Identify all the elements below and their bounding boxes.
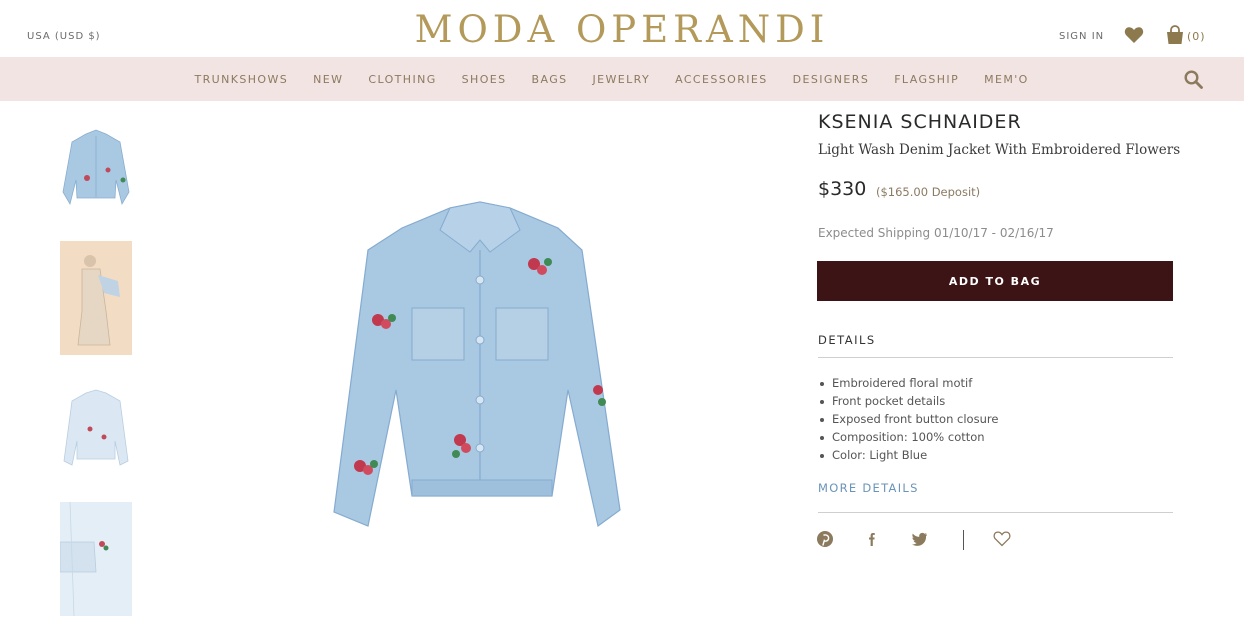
nav-item-shoes[interactable]: SHOES: [449, 73, 519, 86]
thumbnail-back[interactable]: [60, 375, 132, 479]
heart-outline-icon[interactable]: [993, 530, 1011, 548]
main-nav: TRUNKSHOWS NEW CLOTHING SHOES BAGS JEWEL…: [0, 57, 1244, 101]
nav-item-new[interactable]: NEW: [301, 73, 356, 86]
model-thumbnail-image: [60, 241, 132, 355]
nav-item-bags[interactable]: BAGS: [519, 73, 580, 86]
nav-item-accessories[interactable]: ACCESSORIES: [663, 73, 781, 86]
detail-item: Exposed front button closure: [818, 410, 998, 428]
deposit: ($165.00 Deposit): [876, 185, 981, 199]
thumbnail-detail[interactable]: [60, 502, 132, 616]
jacket-detail-thumbnail-image: [60, 502, 132, 616]
logo[interactable]: MODA OPERANDI: [0, 8, 1244, 51]
nav-item-trunkshows[interactable]: TRUNKSHOWS: [182, 73, 301, 86]
main-product-image[interactable]: [320, 190, 640, 540]
more-details-link[interactable]: MORE DETAILS: [818, 481, 919, 495]
nav-item-jewelry[interactable]: JEWELRY: [580, 73, 663, 86]
jacket-back-thumbnail-image: [63, 389, 129, 466]
nav-item-designers[interactable]: DESIGNERS: [780, 73, 882, 86]
thumbnail-model[interactable]: [60, 241, 132, 355]
divider: [963, 530, 964, 550]
divider: [818, 357, 1173, 358]
nav-items: TRUNKSHOWS NEW CLOTHING SHOES BAGS JEWEL…: [182, 57, 1041, 101]
jacket-thumbnail-image: [62, 129, 130, 206]
nav-item-clothing[interactable]: CLOTHING: [356, 73, 449, 86]
facebook-icon[interactable]: [863, 530, 881, 548]
add-to-bag-button[interactable]: ADD TO BAG: [817, 261, 1173, 301]
pinterest-icon[interactable]: [816, 530, 834, 548]
thumbnail-front[interactable]: [60, 120, 132, 215]
detail-item: Embroidered floral motif: [818, 374, 998, 392]
twitter-icon[interactable]: [910, 530, 928, 548]
shopping-bag-icon[interactable]: [1165, 25, 1185, 45]
detail-item: Color: Light Blue: [818, 446, 998, 464]
expected-shipping: Expected Shipping 01/10/17 - 02/16/17: [818, 226, 1054, 240]
price: $330: [818, 178, 867, 200]
detail-item: Front pocket details: [818, 392, 998, 410]
top-bar: USA (USD $) MODA OPERANDI SIGN IN (0): [0, 0, 1244, 57]
search-icon[interactable]: [1184, 70, 1203, 89]
nav-item-flagship[interactable]: FLAGSHIP: [882, 73, 972, 86]
sign-in-link[interactable]: SIGN IN: [1059, 31, 1104, 42]
nav-item-memo[interactable]: MEM'O: [972, 73, 1042, 86]
heart-icon[interactable]: [1124, 26, 1144, 44]
details-heading: DETAILS: [818, 333, 876, 347]
bag-count[interactable]: (0): [1187, 30, 1206, 43]
detail-item: Composition: 100% cotton: [818, 428, 998, 446]
brand-name[interactable]: KSENIA SCHNAIDER: [818, 111, 1022, 133]
product-name: Light Wash Denim Jacket With Embroidered…: [818, 142, 1181, 158]
details-list: Embroidered floral motif Front pocket de…: [818, 374, 998, 464]
divider: [818, 512, 1173, 513]
